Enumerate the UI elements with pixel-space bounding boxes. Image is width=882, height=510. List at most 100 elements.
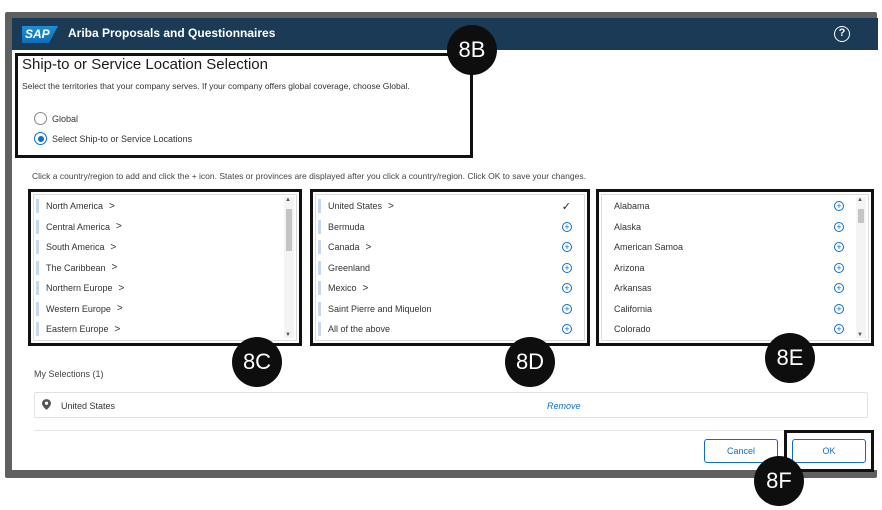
state-item[interactable]: Alaska + <box>602 217 868 237</box>
country-list-panel: United States > ✓ Bermuda + Canada > + Greenland… <box>310 189 590 346</box>
country-list[interactable]: United States > ✓ Bermuda + Canada > + Greenland… <box>315 194 585 341</box>
state-item-label: Arkansas <box>614 283 652 293</box>
state-list[interactable]: ▲ ▼ Alabama + Alaska + American Samoa + Arizon… <box>601 194 869 341</box>
remove-link[interactable]: Remove <box>547 401 581 411</box>
add-icon[interactable]: + <box>834 345 844 347</box>
chevron-right-icon[interactable]: > <box>115 324 121 335</box>
selection-indicator <box>36 199 39 213</box>
location-pin-icon <box>42 399 51 410</box>
add-icon[interactable]: + <box>834 262 844 273</box>
region-item-label: Eastern Europe <box>46 324 109 334</box>
region-item-label: Central America <box>46 221 111 232</box>
chevron-right-icon[interactable]: > <box>366 242 372 253</box>
region-item-label: The Caribbean <box>46 262 106 273</box>
state-item[interactable]: Alabama + <box>602 196 868 216</box>
region-item-label: South America <box>46 242 105 252</box>
callout-badge-8f: 8F <box>754 456 804 506</box>
region-item[interactable]: Western Europe > <box>34 299 296 319</box>
region-item[interactable]: Eastern Europe > <box>34 319 296 339</box>
state-item-label: Connecticut <box>614 345 662 347</box>
country-item[interactable]: Saint Pierre and Miquelon + <box>316 299 584 319</box>
selection-item: United States Remove <box>34 392 868 418</box>
add-icon[interactable]: + <box>562 262 572 273</box>
country-item[interactable]: Greenland + <box>316 258 584 278</box>
region-item-label: Central Europe <box>46 345 107 347</box>
selection-indicator <box>318 240 321 254</box>
footer-divider <box>34 430 868 431</box>
country-item[interactable]: Bermuda + <box>316 217 584 237</box>
logo-text: SAP <box>25 27 50 41</box>
region-list-panel: ▲ ▼ North America > Central America > South … <box>28 189 302 346</box>
state-item-label: Arizona <box>614 262 645 273</box>
country-item-label: Greenland <box>328 262 371 273</box>
state-item-label: Alaska <box>614 221 642 232</box>
state-item[interactable]: California + <box>602 299 868 319</box>
highlight-box-8b <box>15 53 473 158</box>
add-icon[interactable]: + <box>562 242 572 252</box>
chevron-down-icon[interactable]: ⌄ <box>242 28 250 39</box>
state-item[interactable]: Arizona + <box>602 258 868 278</box>
state-item[interactable]: Arkansas + <box>602 278 868 298</box>
region-item-label: Northern Europe <box>46 283 113 293</box>
chevron-right-icon[interactable]: > <box>119 283 125 294</box>
region-item[interactable]: Central America > <box>34 217 296 237</box>
help-icon[interactable]: ? <box>834 26 850 42</box>
instruction-text: Click a country/region to add and click … <box>32 171 586 181</box>
country-item-label: Bermuda <box>328 221 365 232</box>
country-item[interactable]: All of the above + <box>316 319 584 339</box>
add-icon[interactable]: + <box>834 242 844 252</box>
country-item[interactable]: Canada > + <box>316 237 584 257</box>
selection-indicator <box>318 281 321 295</box>
add-icon[interactable]: + <box>834 221 844 232</box>
country-item[interactable]: United States > ✓ <box>316 196 584 216</box>
selection-indicator <box>36 281 39 295</box>
country-item-label: Mexico <box>328 283 357 293</box>
sap-logo[interactable]: SAP <box>22 26 58 43</box>
callout-badge-8c: 8C <box>232 337 282 387</box>
screenshot-root: SAP Ariba Proposals and Questionnaires ⌄… <box>0 0 882 510</box>
country-item-label: United States <box>328 201 383 211</box>
chevron-right-icon[interactable]: > <box>116 221 122 232</box>
chevron-right-icon[interactable]: > <box>388 201 394 212</box>
selection-indicator <box>36 240 39 254</box>
checkmark-icon: ✓ <box>561 200 571 213</box>
chevron-right-icon[interactable]: > <box>117 303 123 314</box>
selection-item-label: United States <box>61 401 116 411</box>
state-item[interactable]: Connecticut + <box>602 340 868 347</box>
region-item[interactable]: South America > <box>34 237 296 257</box>
add-icon[interactable]: + <box>834 283 844 293</box>
state-item[interactable]: Colorado + <box>602 319 868 339</box>
location-selection-dialog: Ship-to or Service Location Selection Se… <box>12 50 878 472</box>
selection-indicator <box>318 322 321 336</box>
callout-badge-8d: 8D <box>505 337 555 387</box>
chevron-right-icon[interactable]: > <box>113 344 119 346</box>
chevron-right-icon[interactable]: > <box>363 283 369 294</box>
country-item-label: Saint Pierre and Miquelon <box>328 303 432 314</box>
add-icon[interactable]: + <box>834 303 844 314</box>
add-icon[interactable]: + <box>562 221 572 232</box>
region-item[interactable]: The Caribbean > <box>34 258 296 278</box>
region-item[interactable]: Northern Europe > <box>34 278 296 298</box>
chevron-right-icon[interactable]: > <box>112 262 118 273</box>
region-list[interactable]: ▲ ▼ North America > Central America > South … <box>33 194 297 343</box>
add-icon[interactable]: + <box>562 283 572 293</box>
chevron-right-icon[interactable]: > <box>109 201 115 212</box>
country-item[interactable]: Mexico > + <box>316 278 584 298</box>
selection-indicator <box>36 260 39 275</box>
state-list-panel: ▲ ▼ Alabama + Alaska + American Samoa + Arizon… <box>596 189 874 346</box>
region-item[interactable]: North America > <box>34 196 296 216</box>
add-icon[interactable]: + <box>562 303 572 314</box>
state-item[interactable]: American Samoa + <box>602 237 868 257</box>
state-item-label: Alabama <box>614 201 650 211</box>
country-item-label: Canada <box>328 242 360 252</box>
selection-indicator <box>36 342 39 343</box>
callout-badge-8e: 8E <box>765 333 815 383</box>
selection-indicator <box>36 219 39 234</box>
add-icon[interactable]: + <box>834 324 844 334</box>
callout-badge-8b: 8B <box>447 25 497 75</box>
chevron-right-icon[interactable]: > <box>111 242 117 253</box>
add-icon[interactable]: + <box>562 324 572 334</box>
add-icon[interactable]: + <box>834 201 844 211</box>
my-selections-label: My Selections (1) <box>34 369 104 379</box>
country-item-label: All of the above <box>328 324 391 334</box>
